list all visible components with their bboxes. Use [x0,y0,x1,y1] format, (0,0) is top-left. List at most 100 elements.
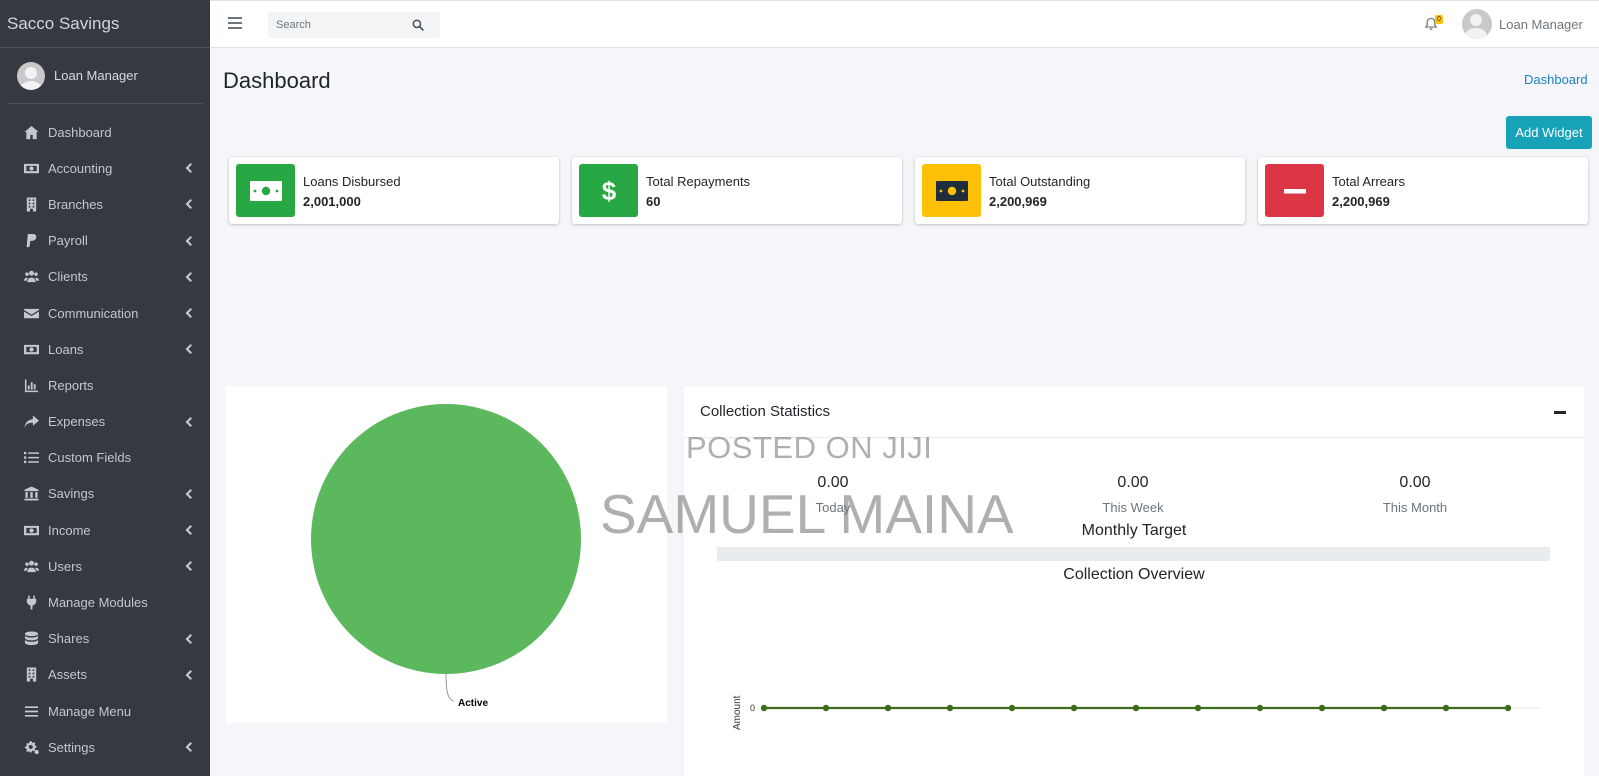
info-box-total-arrears[interactable]: Total Arrears 2,200,969 [1258,157,1588,224]
sidebar-item-reports[interactable]: Reports [0,367,210,403]
sidebar-item-label: Shares [48,631,90,647]
data-point[interactable] [1008,704,1016,712]
data-point[interactable] [1318,704,1326,712]
info-box-value: 2,200,969 [989,194,1047,209]
y-tick-label: 0 [750,703,755,713]
stat-this-month: 0.00 This Month [1335,474,1495,515]
money-bill-icon [236,164,295,217]
info-box-loans-disbursed[interactable]: Loans Disbursed 2,001,000 [229,157,559,224]
sidebar-item-shares[interactable]: Shares [0,621,210,657]
info-box-label: Total Outstanding [989,174,1091,189]
data-point[interactable] [1070,704,1078,712]
user-panel[interactable]: Loan Manager [7,48,203,104]
monthly-target-progress [717,547,1550,561]
top-user-menu[interactable]: Loan Manager [1462,9,1583,39]
menu-toggle-icon[interactable] [228,17,242,31]
university-icon [21,486,41,502]
data-point[interactable] [1380,704,1388,712]
sidebar-item-label: Income [48,522,91,538]
sidebar-item-loans[interactable]: Loans [0,331,210,367]
cogs-icon [21,739,41,755]
data-point[interactable] [1132,704,1140,712]
collection-statistics-card: Collection Statistics 0.00 Today 0.00 Th… [684,386,1584,776]
add-widget-button[interactable]: Add Widget [1506,116,1592,149]
breadcrumb[interactable]: Dashboard [1524,72,1588,87]
sidebar-item-accounting[interactable]: Accounting [0,150,210,186]
data-point[interactable] [1194,704,1202,712]
sidebar-item-settings[interactable]: Settings [0,729,210,765]
sidebar-item-label: Branches [48,196,103,212]
data-point[interactable] [946,704,954,712]
svg-text:$: $ [601,178,616,204]
sidebar-item-manage-modules[interactable]: Manage Modules [0,584,210,620]
chevron-left-icon [184,416,192,427]
sidebar-item-income[interactable]: Income [0,512,210,548]
chevron-left-icon [184,308,192,319]
pie-label-leader [445,673,455,702]
chevron-left-icon [184,344,192,355]
sidebar-item-dashboard[interactable]: Dashboard [0,114,210,150]
card-title: Collection Statistics [684,386,1584,438]
collection-overview-title: Collection Overview [1063,566,1205,583]
bars-icon [21,703,41,719]
chart-bar-icon [21,377,41,393]
stat-label: This Week [1102,500,1164,515]
info-box-value: 60 [646,194,661,209]
pie-slice[interactable] [311,404,581,674]
sidebar-item-manage-menu[interactable]: Manage Menu [0,693,210,729]
data-point[interactable] [1442,704,1450,712]
info-box-total-repayments[interactable]: $ Total Repayments 60 [572,157,902,224]
data-point[interactable] [884,704,892,712]
sidebar-item-label: Manage Modules [48,595,148,611]
chevron-left-icon [184,525,192,536]
info-box-value: 2,001,000 [303,194,361,209]
sidebar-item-custom-fields[interactable]: Custom Fields [0,440,210,476]
sidebar: Sacco Savings Loan Manager Dashboard Acco… [0,0,210,776]
sidebar-item-label: Settings [48,739,95,755]
sidebar-item-branches[interactable]: Branches [0,186,210,222]
money-bill-icon [21,522,41,538]
search-box [268,12,440,38]
sidebar-item-payroll[interactable]: Payroll [0,223,210,259]
sidebar-item-clients[interactable]: Clients [0,259,210,295]
money-bill-icon [922,164,981,217]
pie-slice-label: Active [458,698,488,709]
data-point[interactable] [1504,704,1512,712]
sidebar-item-users[interactable]: Users [0,548,210,584]
stat-value: 0.00 [1399,474,1431,491]
stat-this-week: 0.00 This Week [1053,474,1213,515]
sidebar-item-assets[interactable]: Assets [0,657,210,693]
data-point[interactable] [1256,704,1264,712]
stat-value: 0.00 [1117,474,1149,491]
search-input[interactable] [268,19,408,31]
sidebar-item-label: Custom Fields [48,450,132,466]
chevron-left-icon [184,199,192,210]
sidebar-item-savings[interactable]: Savings [0,476,210,512]
chevron-left-icon [184,742,192,753]
info-box-total-outstanding[interactable]: Total Outstanding 2,200,969 [915,157,1245,224]
chevron-left-icon [184,271,192,282]
top-navbar: 0 Loan Manager [210,0,1599,48]
brand-title[interactable]: Sacco Savings [0,0,210,48]
monthly-target-label: Monthly Target [1081,522,1187,539]
sidebar-item-label: Payroll [48,233,88,249]
info-box-label: Total Repayments [646,174,751,189]
sidebar-item-expenses[interactable]: Expenses [0,404,210,440]
chevron-left-icon [184,488,192,499]
list-icon [21,450,41,466]
sidebar-item-label: Savings [48,486,95,502]
data-point[interactable] [822,704,830,712]
envelope-icon [21,305,41,321]
chevron-left-icon [184,163,192,174]
chevron-left-icon [184,669,192,680]
chevron-left-icon [184,561,192,572]
chevron-left-icon [184,633,192,644]
building-icon [21,196,41,212]
search-icon[interactable] [412,19,424,31]
collapse-icon[interactable] [1554,411,1566,414]
y-axis-label: Amount [732,695,743,730]
avatar [17,61,45,90]
collection-overview-chart: Amount 0 [732,695,1540,730]
data-point[interactable] [760,704,768,712]
sidebar-item-communication[interactable]: Communication [0,295,210,331]
